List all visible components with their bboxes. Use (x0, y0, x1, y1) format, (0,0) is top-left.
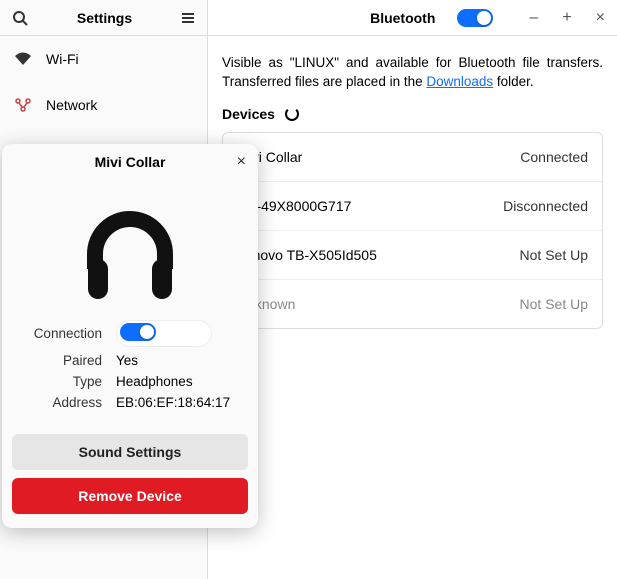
bluetooth-toggle[interactable] (457, 9, 493, 27)
paired-value: Yes (116, 353, 138, 368)
devices-heading: Devices (222, 106, 275, 122)
window-controls: – + × (529, 9, 605, 27)
maximize-icon[interactable]: + (562, 9, 571, 27)
info-suffix: folder. (493, 74, 534, 89)
dialog-close-icon[interactable]: × (237, 153, 246, 171)
type-label: Type (20, 374, 116, 389)
dialog-header: Mivi Collar × (2, 144, 258, 180)
paired-row: Paired Yes (20, 353, 240, 368)
sidebar-item-label: Network (46, 97, 97, 113)
sidebar-item-network[interactable]: Network (0, 82, 207, 128)
device-status: Connected (520, 149, 588, 165)
sidebar-item-wifi[interactable]: Wi-Fi (0, 36, 207, 82)
device-status: Not Set Up (520, 247, 588, 263)
devices-header: Devices (208, 100, 617, 128)
connection-row: Connection (20, 320, 240, 347)
remove-device-button[interactable]: Remove Device (12, 478, 248, 514)
address-label: Address (20, 395, 116, 410)
spinner-icon (285, 107, 299, 121)
device-status: Disconnected (503, 198, 588, 214)
connection-label: Connection (20, 326, 116, 341)
headphones-icon (2, 180, 258, 316)
paired-label: Paired (20, 353, 116, 368)
dialog-buttons: Sound Settings Remove Device (2, 430, 258, 528)
info-prefix: Visible as "LINUX" and available for Blu… (222, 55, 603, 89)
wifi-icon (14, 52, 32, 66)
minimize-icon[interactable]: – (529, 9, 538, 27)
search-icon[interactable] (12, 10, 28, 26)
address-row: Address EB:06:EF:18:64:17 (20, 395, 240, 410)
device-status: Not Set Up (520, 296, 588, 312)
dialog-title: Mivi Collar (95, 154, 166, 170)
main-panel: Bluetooth – + × Visible as "LINUX" and a… (208, 0, 617, 579)
address-value: EB:06:EF:18:64:17 (116, 395, 230, 410)
main-header: Bluetooth – + × (208, 0, 617, 36)
info-text: Visible as "LINUX" and available for Blu… (208, 36, 617, 100)
sidebar-item-label: Wi-Fi (46, 51, 79, 67)
downloads-link[interactable]: Downloads (426, 74, 493, 89)
device-row[interactable]: Mivi Collar Connected (223, 133, 602, 182)
page-title: Bluetooth (220, 10, 441, 26)
type-row: Type Headphones (20, 374, 240, 389)
device-list: Mivi Collar Connected KD-49X8000G717 Dis… (222, 132, 603, 329)
sidebar-header: Settings (0, 0, 207, 36)
type-value: Headphones (116, 374, 193, 389)
device-dialog: Mivi Collar × Connection Paired Yes Type… (2, 144, 258, 528)
dialog-details: Connection Paired Yes Type Headphones Ad… (2, 316, 258, 430)
network-icon (14, 98, 32, 112)
device-row[interactable]: Lenovo TB-X505Id505 Not Set Up (223, 231, 602, 280)
sound-settings-button[interactable]: Sound Settings (12, 434, 248, 470)
device-row[interactable]: Unknown Not Set Up (223, 280, 602, 328)
device-row[interactable]: KD-49X8000G717 Disconnected (223, 182, 602, 231)
sidebar-title: Settings (36, 10, 173, 26)
close-icon[interactable]: × (596, 9, 605, 27)
connection-toggle[interactable] (120, 323, 156, 341)
hamburger-icon[interactable] (181, 11, 195, 25)
